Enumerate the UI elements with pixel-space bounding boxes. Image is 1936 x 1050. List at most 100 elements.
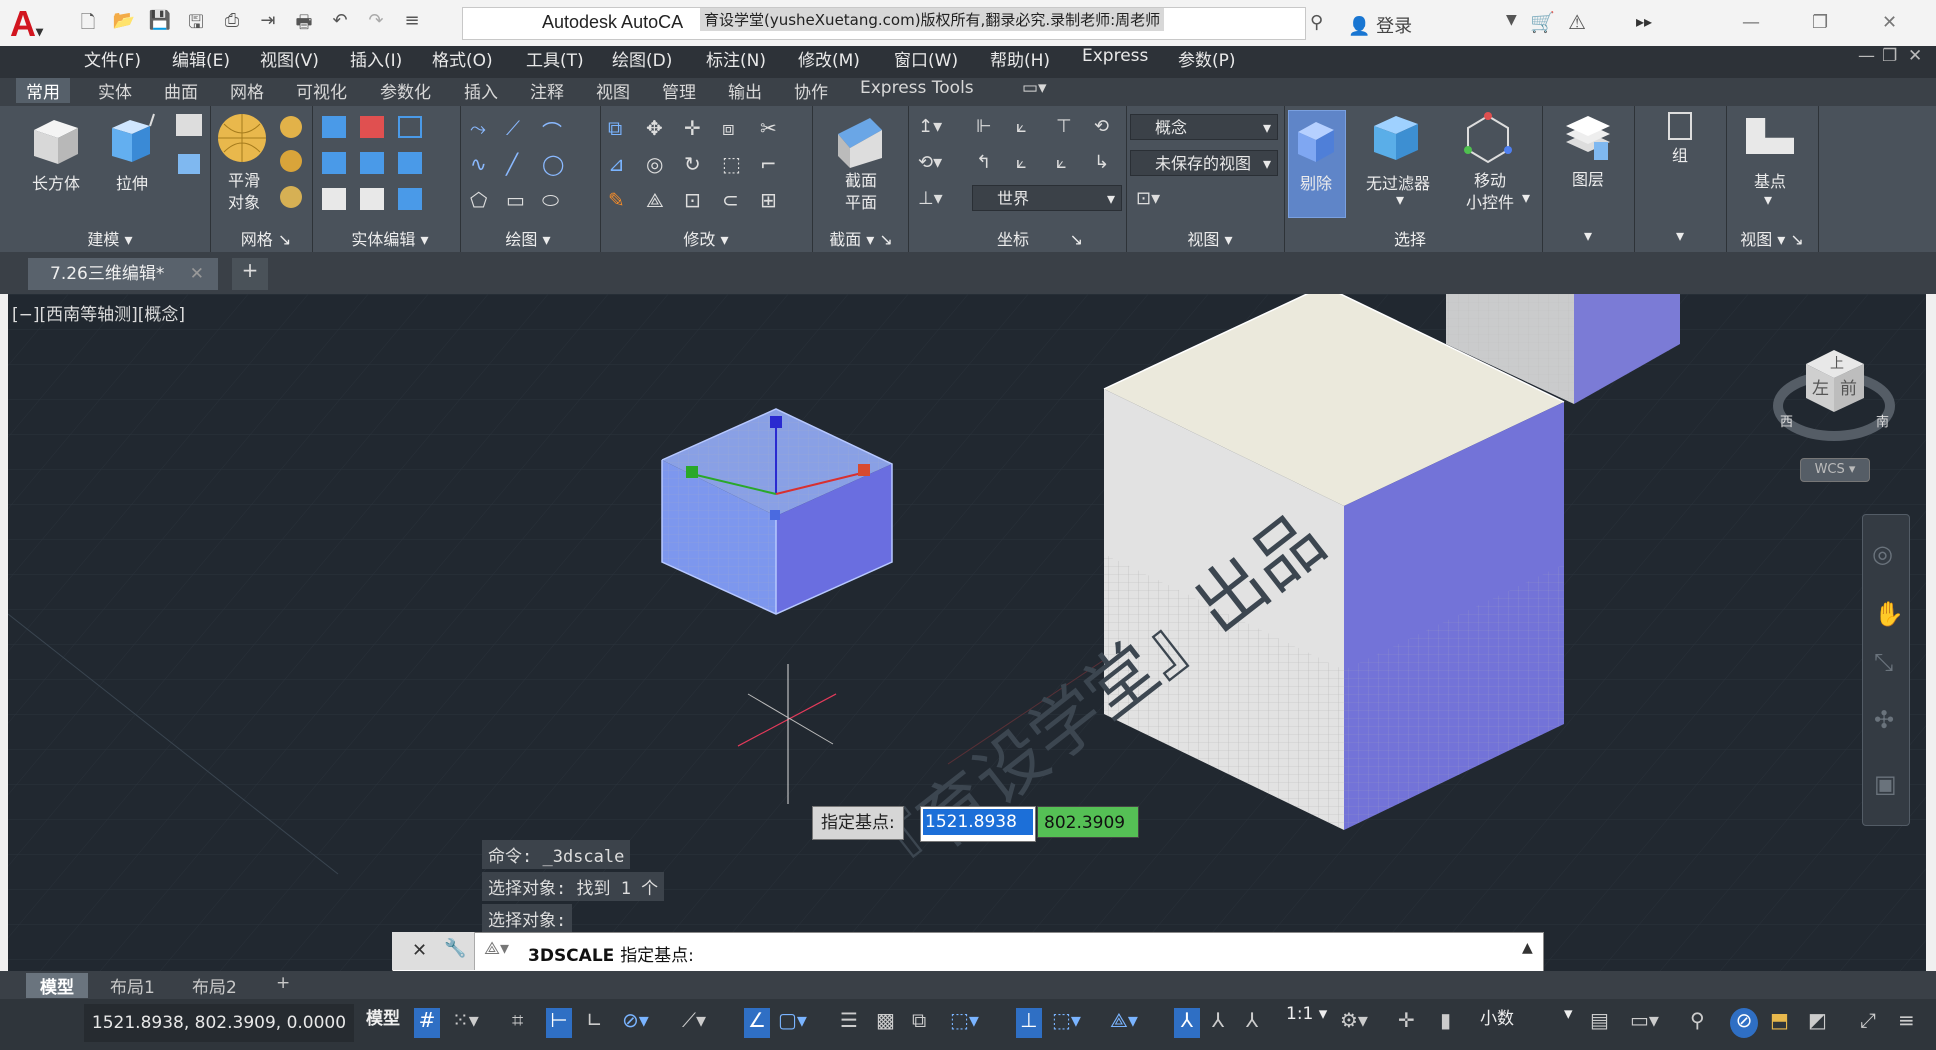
- viewcube[interactable]: 上 左 前 西 南: [1772, 334, 1900, 446]
- intersect-icon[interactable]: [322, 188, 346, 210]
- graphics-performance-icon[interactable]: ◩: [1808, 1008, 1827, 1032]
- ucs-3point-icon[interactable]: ↳: [1094, 152, 1118, 174]
- extrude-faces-icon[interactable]: [398, 152, 422, 174]
- base-dropdown-icon[interactable]: ▾: [1760, 190, 1776, 209]
- polar-tracking-icon[interactable]: ⊘▾: [622, 1008, 649, 1032]
- thicken-icon[interactable]: [360, 188, 384, 210]
- separate-icon[interactable]: [398, 188, 422, 210]
- close-icon[interactable]: ✕: [1882, 12, 1897, 33]
- gizmo-toggle-icon[interactable]: ⟁▾: [1110, 1008, 1138, 1032]
- save-icon[interactable]: 💾: [147, 10, 173, 36]
- 3drotate-icon[interactable]: ◎: [646, 152, 670, 176]
- isolate-objects-icon[interactable]: ⚲: [1690, 1008, 1705, 1032]
- rotate-icon[interactable]: ↻: [684, 152, 708, 176]
- panel-label-base-view[interactable]: 视图 ▾ ↘: [1726, 226, 1818, 250]
- transparency-icon[interactable]: ▩: [876, 1008, 895, 1032]
- grid-display-icon[interactable]: #: [414, 1008, 440, 1038]
- tab-layout2[interactable]: 布局2: [178, 973, 251, 998]
- section-plane-icon[interactable]: [832, 112, 888, 170]
- cart-icon[interactable]: 🛒: [1530, 10, 1555, 34]
- dynamic-input-x-field[interactable]: 1521.8938: [920, 806, 1036, 842]
- hardware-acceleration-icon[interactable]: ⊘: [1730, 1008, 1758, 1038]
- tab-visualize[interactable]: 可视化: [296, 78, 347, 103]
- copy-icon[interactable]: ⧈: [722, 116, 746, 140]
- panel-label-view[interactable]: 视图 ▾: [1160, 226, 1260, 250]
- tab-view[interactable]: 视图: [596, 78, 630, 103]
- document-tab-active[interactable]: 7.26三维编辑* ✕: [28, 258, 218, 290]
- saved-view-combo[interactable]: 未保存的视图 ▾: [1130, 150, 1278, 176]
- infer-constraints-icon[interactable]: ⌗: [512, 1008, 523, 1032]
- object-snap-tracking-icon[interactable]: ∠: [744, 1008, 770, 1038]
- ucs-face-icon[interactable]: ⊥▾: [918, 188, 944, 210]
- command-history-toggle-icon[interactable]: ▲: [1522, 940, 1533, 956]
- tab-insert[interactable]: 插入: [464, 78, 498, 103]
- fillet-icon[interactable]: ⌐: [760, 152, 784, 176]
- ucs-origin-icon[interactable]: ⊤: [1056, 116, 1080, 138]
- arc-icon[interactable]: ⌒: [542, 116, 566, 144]
- union-icon[interactable]: [322, 116, 346, 138]
- object-snap-icon[interactable]: ▢▾: [778, 1008, 807, 1032]
- menu-dimension[interactable]: 标注(N): [706, 46, 766, 71]
- print-icon[interactable]: 🖶: [291, 10, 317, 36]
- 3dpolyline-icon[interactable]: ⟋: [506, 116, 530, 140]
- scale-icon[interactable]: ⬚: [722, 152, 746, 176]
- new-layout-icon[interactable]: +: [262, 973, 304, 998]
- viewcube-left-label[interactable]: 左: [1812, 379, 1829, 399]
- tab-collaborate[interactable]: 协作: [794, 78, 828, 103]
- command-close-icon[interactable]: ✕: [412, 940, 427, 961]
- dynamic-ucs-icon[interactable]: ⊥: [1016, 1008, 1042, 1038]
- presspull-icon[interactable]: [176, 114, 202, 136]
- menu-edit[interactable]: 编辑(E): [172, 46, 230, 71]
- tab-close-icon[interactable]: ✕: [190, 258, 204, 290]
- quick-properties-icon[interactable]: ▤: [1590, 1008, 1609, 1032]
- recent-commands-icon[interactable]: ⟁▾: [484, 938, 509, 959]
- menu-view[interactable]: 视图(V): [260, 46, 319, 71]
- rectangle-icon[interactable]: ▭: [506, 188, 530, 212]
- gizmo-dropdown-icon[interactable]: ▾: [1518, 188, 1534, 207]
- tab-parametric[interactable]: 参数化: [380, 78, 431, 103]
- annotation-scale-value[interactable]: 1:1 ▾: [1286, 1004, 1327, 1024]
- redo-icon[interactable]: ↷: [363, 10, 389, 36]
- polysolid-icon[interactable]: [178, 154, 200, 174]
- panel-label-solid-editing[interactable]: 实体编辑 ▾: [330, 226, 450, 250]
- tab-surface[interactable]: 曲面: [164, 78, 198, 103]
- grip-z-handle[interactable]: [770, 416, 782, 428]
- ribbon-toggle-icon[interactable]: ▭▾: [1022, 78, 1047, 98]
- menu-insert[interactable]: 插入(I): [350, 46, 402, 71]
- tab-mesh[interactable]: 网格: [230, 78, 264, 103]
- panel-label-section[interactable]: 截面 ▾ ↘: [818, 226, 904, 250]
- panel-label-selection[interactable]: 选择: [1370, 226, 1450, 250]
- layers-dropdown-icon[interactable]: ▾: [1578, 226, 1598, 245]
- overflow-icon[interactable]: ▸▸: [1636, 12, 1652, 31]
- open-icon[interactable]: 📂: [111, 10, 137, 36]
- menu-draw[interactable]: 绘图(D): [612, 46, 672, 71]
- interfere-icon[interactable]: [360, 116, 384, 138]
- tab-model[interactable]: 模型: [26, 973, 88, 998]
- binoculars-icon[interactable]: ⚲: [1310, 12, 1323, 33]
- lineweight-icon[interactable]: ☰: [840, 1008, 858, 1032]
- zoom-extents-icon[interactable]: ⤡: [1874, 648, 1893, 676]
- visual-style-combo[interactable]: 概念 ▾: [1130, 114, 1278, 140]
- pan-icon[interactable]: ✋: [1874, 600, 1904, 628]
- move-icon[interactable]: ✛: [684, 116, 708, 140]
- extract-edges-icon[interactable]: [398, 116, 422, 138]
- panel-label-modeling[interactable]: 建模 ▾: [60, 226, 160, 250]
- annotation-monitor-icon[interactable]: ✛: [1398, 1008, 1415, 1032]
- ucs-named-icon[interactable]: ⟲: [1094, 116, 1118, 138]
- spline-icon[interactable]: ∿: [470, 152, 494, 176]
- tab-solid[interactable]: 实体: [98, 78, 132, 103]
- subtract-icon[interactable]: [322, 152, 346, 174]
- showmotion-icon[interactable]: ▣: [1874, 770, 1897, 798]
- no-filter-icon[interactable]: [1370, 112, 1422, 164]
- lock-ui-icon[interactable]: ▭▾: [1630, 1008, 1659, 1032]
- ellipse-icon[interactable]: ⬭: [542, 188, 566, 212]
- compass-south-label[interactable]: 南: [1876, 414, 1889, 430]
- fullscreen-icon[interactable]: ⤢: [1860, 1008, 1876, 1032]
- publish-icon[interactable]: ⎙: [219, 10, 245, 36]
- tab-express-tools[interactable]: Express Tools: [860, 78, 974, 98]
- undo-icon[interactable]: ↶: [327, 10, 353, 36]
- doc-close-icon[interactable]: ✕: [1908, 46, 1922, 66]
- ucs-z-icon[interactable]: ⟀: [1056, 152, 1080, 174]
- mesh-sphere-icon[interactable]: [280, 116, 302, 138]
- saveas-icon[interactable]: 🖫: [183, 10, 209, 36]
